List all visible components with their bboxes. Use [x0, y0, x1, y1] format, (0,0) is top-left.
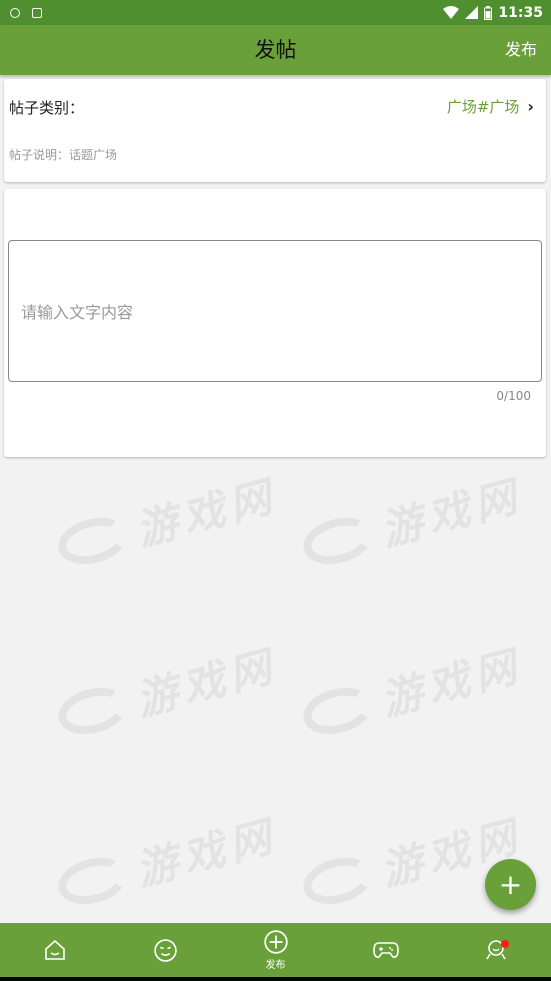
category-label: 帖子类别：	[9, 99, 85, 117]
chevron-right-icon: ›	[527, 97, 534, 116]
watermark: 游戏网	[51, 462, 283, 579]
status-bar: 11:35	[0, 0, 551, 25]
plus-icon: +	[498, 868, 523, 901]
wifi-icon	[443, 6, 460, 19]
status-time: 11:35	[498, 4, 543, 21]
category-description: 帖子说明：话题广场	[9, 148, 118, 162]
signal-icon	[465, 6, 479, 19]
nav-item-home[interactable]	[0, 938, 110, 962]
battery-icon	[484, 5, 493, 20]
nav-item-game[interactable]	[331, 939, 441, 961]
nav-item-profile[interactable]	[441, 938, 551, 962]
android-icon	[32, 7, 42, 18]
nav-item-publish[interactable]: 发布	[220, 929, 330, 971]
category-card: 帖子类别： 广场#广场 › 帖子说明：话题广场	[4, 79, 546, 182]
watermark: 游戏网	[296, 632, 528, 749]
watermark-logo-icon	[298, 850, 378, 911]
content-textarea[interactable]	[8, 240, 542, 382]
status-bar-left	[10, 7, 42, 18]
watermark-logo-icon	[298, 680, 378, 741]
page-title: 发帖	[254, 38, 297, 62]
watermark: 游戏网	[51, 632, 283, 749]
editor-card: 0/100	[4, 189, 546, 457]
watermark: 游戏网	[51, 802, 283, 919]
smiley-icon	[154, 938, 177, 962]
watermark-logo-icon	[298, 510, 378, 571]
category-value: 广场#广场	[446, 98, 520, 116]
char-counter: 0/100	[496, 389, 531, 403]
add-circle-icon	[263, 930, 288, 954]
add-fab-button[interactable]: +	[485, 859, 536, 910]
home-icon	[45, 939, 65, 960]
screen-edge	[0, 977, 551, 981]
app-toolbar: 发帖 发布	[0, 25, 551, 75]
bottom-nav: 发布	[0, 923, 551, 977]
publish-button[interactable]: 发布	[505, 25, 537, 75]
watermark-logo-icon	[53, 510, 133, 571]
notification-badge	[500, 940, 509, 948]
watermark-logo-icon	[53, 680, 133, 741]
watermark-logo-icon	[53, 850, 133, 911]
watermark: 游戏网	[296, 462, 528, 579]
gamepad-icon	[372, 942, 399, 958]
category-selector[interactable]: 广场#广场 ›	[447, 96, 534, 117]
shield-icon	[10, 7, 20, 18]
nav-item-emoji[interactable]	[110, 938, 220, 963]
status-bar-right: 11:35	[443, 5, 543, 21]
nav-label-publish: 发布	[265, 960, 286, 971]
